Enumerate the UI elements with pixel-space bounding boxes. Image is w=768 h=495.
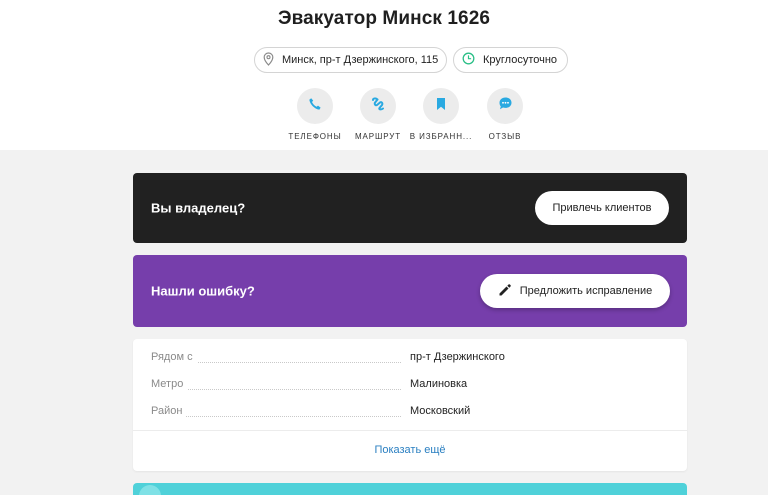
info-card: Рядом с пр-т Дзержинского Метро Малиновк… (133, 339, 687, 471)
phone-icon (308, 97, 322, 116)
hours-chip[interactable]: Круглосуточно (453, 47, 568, 73)
info-row-leader (151, 416, 401, 417)
page-title: Эвакуатор Минск 1626 (277, 8, 491, 29)
action-route-label: МАРШРУТ (354, 132, 402, 141)
info-row: Метро Малиновка (151, 378, 671, 394)
action-phones[interactable]: ТЕЛЕФОНЫ (279, 88, 351, 141)
bookmark-icon (435, 97, 447, 116)
address-chip-label: Минск, пр-т Дзержинского, 115 (282, 54, 439, 66)
owner-card-title: Вы владелец? (151, 200, 246, 216)
info-row: Рядом с пр-т Дзержинского (151, 351, 671, 367)
hours-chip-label: Круглосуточно (483, 54, 558, 66)
info-row-leader (151, 389, 401, 390)
action-review[interactable]: ОТЗЫВ (469, 88, 541, 141)
error-card: Нашли ошибку? Предложить исправление (133, 255, 687, 327)
info-divider (133, 430, 687, 431)
action-route-circle[interactable] (360, 88, 396, 124)
info-row-value[interactable]: пр-т Дзержинского (410, 351, 505, 363)
action-phones-circle[interactable] (297, 88, 333, 124)
next-card-circle (139, 485, 161, 495)
owner-card: Вы владелец? Привлечь клиентов (133, 173, 687, 243)
info-row-value[interactable]: Малиновка (410, 378, 467, 390)
error-card-title: Нашли ошибку? (151, 283, 255, 299)
next-card-strip (133, 483, 687, 495)
info-row: Район Московский (151, 405, 671, 421)
action-favorites-label: В ИЗБРАНН... (409, 132, 473, 141)
action-route[interactable]: МАРШРУТ (342, 88, 414, 141)
action-phones-label: ТЕЛЕФОНЫ (288, 132, 342, 141)
clock-icon (462, 52, 483, 68)
action-review-circle[interactable] (487, 88, 523, 124)
chat-icon (498, 96, 513, 116)
suggest-edit-button[interactable]: Предложить исправление (480, 274, 670, 308)
info-row-label: Метро (151, 378, 188, 390)
info-row-value[interactable]: Московский (410, 405, 470, 417)
action-favorites-circle[interactable] (423, 88, 459, 124)
show-more-link[interactable]: Показать ещё (133, 444, 687, 456)
info-row-label: Район (151, 405, 187, 417)
route-icon (370, 96, 386, 117)
attract-clients-button[interactable]: Привлечь клиентов (535, 191, 669, 225)
place-header: Эвакуатор Минск 1626 Минск, пр-т Дзержин… (0, 0, 768, 150)
suggest-edit-label: Предложить исправление (519, 285, 653, 297)
action-favorites[interactable]: В ИЗБРАНН... (405, 88, 477, 141)
action-review-label: ОТЗЫВ (488, 132, 522, 141)
address-chip[interactable]: Минск, пр-т Дзержинского, 115 (254, 47, 447, 73)
info-row-label: Рядом с (151, 351, 197, 363)
map-pin-icon (263, 51, 282, 69)
pencil-icon (498, 283, 520, 300)
